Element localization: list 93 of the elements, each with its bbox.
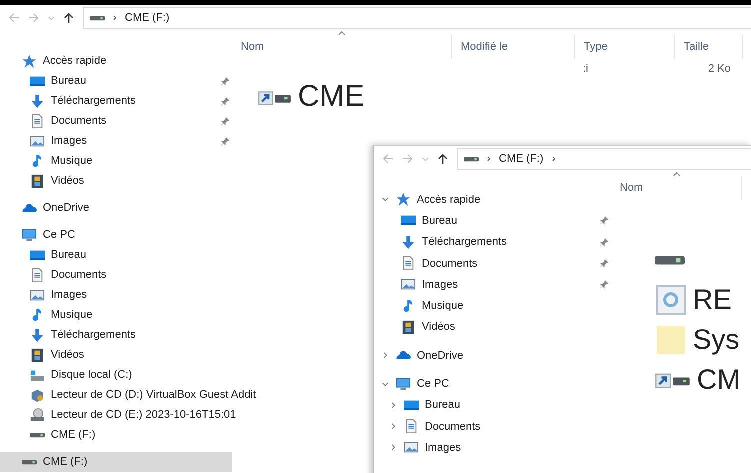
nav-item[interactable]: OneDrive [0, 198, 232, 218]
table-cell-text: 2 Ko [707, 63, 731, 75]
file-name: CM [697, 364, 741, 396]
pin-icon [221, 116, 230, 126]
document-icon [30, 268, 45, 282]
address-bar[interactable]: CME (F:) [83, 7, 751, 29]
nav-item[interactable]: Lecteur de CD (D:) VirtualBox Guest Addit [0, 385, 256, 405]
document-icon [404, 419, 419, 434]
chevron-icon[interactable] [389, 400, 398, 410]
drive-icon [22, 460, 37, 464]
pin-icon [600, 280, 609, 290]
monitor-icon [22, 228, 37, 242]
nav-item[interactable]: Ce PC [374, 373, 611, 395]
file-name: CME [298, 80, 365, 114]
pin-icon [600, 238, 609, 247]
pin-icon [221, 96, 230, 106]
chevron-icon [485, 155, 493, 163]
file-name: RE [693, 284, 732, 316]
nav-item[interactable]: Accès rapide [0, 51, 232, 71]
nav-item[interactable]: Téléchargements [374, 232, 611, 253]
column-header[interactable]: Type [575, 35, 675, 59]
folder-icon [655, 324, 687, 356]
drive-shortcut-icon [258, 88, 292, 106]
picture-icon [30, 288, 45, 302]
nav-item[interactable]: Bureau [0, 71, 232, 91]
pin-icon [600, 259, 609, 268]
recycle-bin-icon [655, 284, 687, 316]
monitor-icon [396, 376, 411, 392]
cd-drive-icon [30, 408, 45, 422]
column-header[interactable]: Taille [675, 35, 743, 59]
picture-icon [30, 134, 45, 148]
drive-icon [464, 156, 479, 162]
pin-icon [221, 136, 230, 146]
nav-item[interactable]: Bureau [374, 394, 611, 416]
star-icon [396, 192, 411, 208]
chevron-icon[interactable] [550, 155, 558, 163]
nav-item[interactable]: CME (F:) [0, 425, 232, 445]
up-arrow-icon[interactable] [63, 12, 75, 24]
nav-item[interactable]: Vidéos [0, 345, 232, 365]
document-icon [401, 256, 416, 272]
nav-item[interactable]: OneDrive [374, 345, 611, 366]
chevron-icon [111, 14, 119, 22]
address-bar[interactable]: CME (F:) [457, 148, 751, 170]
file-name: Sys [693, 324, 740, 356]
film-icon [401, 320, 416, 335]
nav-item[interactable]: Bureau [374, 210, 611, 232]
nav-item[interactable]: Ce PC [0, 225, 232, 245]
nav-item[interactable]: Lecteur de CD (E:) 2023-10-16T15:01 [0, 405, 236, 425]
star-icon [22, 54, 37, 68]
nav-item[interactable]: Musique [0, 151, 232, 171]
document-icon [30, 114, 45, 128]
nav-item[interactable]: Images [0, 131, 232, 151]
table-cell-text: :i [583, 63, 590, 75]
nav-item[interactable]: Téléchargements [0, 325, 232, 345]
nav-item[interactable]: Documents [374, 252, 611, 274]
download-icon [30, 94, 45, 108]
picture-icon [404, 440, 419, 456]
film-icon [30, 174, 45, 188]
column-header[interactable]: Nom [232, 35, 452, 59]
nav-item[interactable]: Documents [374, 416, 611, 438]
film-icon [30, 348, 45, 362]
nav-item[interactable]: Bureau [0, 245, 232, 265]
column-header[interactable]: Nom [611, 176, 742, 200]
nav-item[interactable]: Disque local (C:) [0, 365, 232, 385]
download-icon [30, 328, 45, 342]
nav-item[interactable]: Vidéos [374, 316, 611, 338]
chevron-icon[interactable] [389, 443, 398, 452]
nav-item[interactable]: Accès rapide [374, 189, 611, 210]
drive-icon [30, 432, 45, 438]
nav-item[interactable]: CME (F:) [0, 452, 232, 472]
software-box-icon [30, 388, 45, 402]
pin-icon [221, 76, 230, 86]
download-icon [401, 234, 416, 250]
column-header[interactable]: Modifié le [452, 35, 575, 59]
drive-icon [655, 256, 685, 264]
chevron-icon[interactable] [389, 422, 398, 432]
breadcrumb-item[interactable]: CME (F:) [499, 153, 544, 165]
nav-item[interactable]: Images [374, 274, 611, 296]
chevron-icon[interactable] [381, 351, 390, 360]
up-arrow-icon[interactable] [437, 153, 449, 165]
pin-icon [600, 216, 609, 226]
nav-item[interactable]: Documents [0, 265, 232, 285]
breadcrumb-item[interactable]: CME (F:) [125, 12, 170, 24]
nav-item[interactable]: Images [0, 285, 232, 305]
nav-item[interactable]: Musique [374, 295, 611, 317]
nav-item[interactable]: Vidéos [0, 171, 232, 191]
drive-icon [90, 16, 105, 20]
nav-item[interactable]: Musique [0, 305, 232, 325]
picture-icon [401, 277, 416, 292]
nav-item[interactable]: Images [374, 437, 611, 459]
drive-shortcut-icon [655, 371, 691, 389]
nav-item[interactable]: Documents [0, 111, 232, 131]
nav-item[interactable]: Téléchargements [0, 91, 232, 111]
